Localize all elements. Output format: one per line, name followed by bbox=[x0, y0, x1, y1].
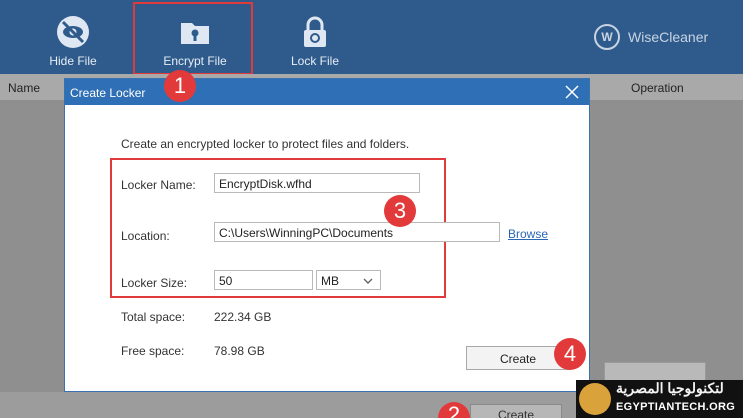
location-input[interactable]: C:\Users\WinningPC\Documents bbox=[214, 222, 500, 242]
seal-logo bbox=[579, 383, 611, 415]
background-create-button[interactable]: Create bbox=[470, 404, 562, 418]
brand-name: WiseCleaner bbox=[628, 29, 709, 45]
total-space-value: 222.34 GB bbox=[214, 310, 272, 324]
step-marker-3: 3 bbox=[384, 195, 416, 227]
locker-size-label: Locker Size: bbox=[121, 276, 188, 290]
egyptiantech-watermark: لتكنولوجيا المصرية EGYPTIANTECH.ORG bbox=[576, 380, 743, 418]
locker-name-input[interactable]: EncryptDisk.wfhd bbox=[214, 173, 420, 193]
lock-file-label: Lock File bbox=[290, 54, 340, 68]
location-label: Location: bbox=[121, 229, 170, 243]
size-unit-select[interactable]: MB bbox=[316, 270, 381, 290]
watermark-arabic: لتكنولوجيا المصرية bbox=[616, 380, 724, 396]
total-space-label: Total space: bbox=[121, 310, 186, 324]
column-name[interactable]: Name bbox=[8, 81, 40, 95]
dialog-titlebar: Create Locker bbox=[65, 79, 589, 105]
free-space-label: Free space: bbox=[121, 344, 185, 358]
hide-file-button[interactable]: Hide File bbox=[18, 0, 128, 74]
wisecleaner-logo: W bbox=[594, 24, 620, 50]
close-icon[interactable] bbox=[563, 83, 581, 101]
free-space-value: 78.98 GB bbox=[214, 344, 265, 358]
locker-name-label: Locker Name: bbox=[121, 178, 196, 192]
encrypt-file-highlight bbox=[133, 2, 253, 75]
step-marker-4: 4 bbox=[554, 338, 586, 370]
lock-file-button[interactable]: Lock File bbox=[260, 0, 370, 74]
step-marker-1: 1 bbox=[164, 70, 196, 102]
dialog-description: Create an encrypted locker to protect fi… bbox=[121, 137, 410, 151]
create-locker-dialog: Create Locker Create an encrypted locker… bbox=[64, 78, 590, 392]
chevron-down-icon bbox=[363, 278, 373, 284]
app-toolbar: Hide File Encrypt File Lock File W WiseC… bbox=[0, 0, 743, 74]
watermark-english: EGYPTIANTECH.ORG bbox=[616, 401, 736, 413]
locker-size-input[interactable]: 50 bbox=[214, 270, 313, 290]
brand: W WiseCleaner bbox=[594, 22, 708, 52]
hide-file-label: Hide File bbox=[49, 54, 97, 68]
eye-slash-icon bbox=[57, 16, 89, 48]
browse-link[interactable]: Browse bbox=[508, 227, 548, 241]
dialog-title: Create Locker bbox=[70, 86, 146, 100]
size-unit-value: MB bbox=[321, 274, 339, 288]
padlock-icon bbox=[304, 16, 326, 47]
column-operation[interactable]: Operation bbox=[631, 81, 684, 95]
